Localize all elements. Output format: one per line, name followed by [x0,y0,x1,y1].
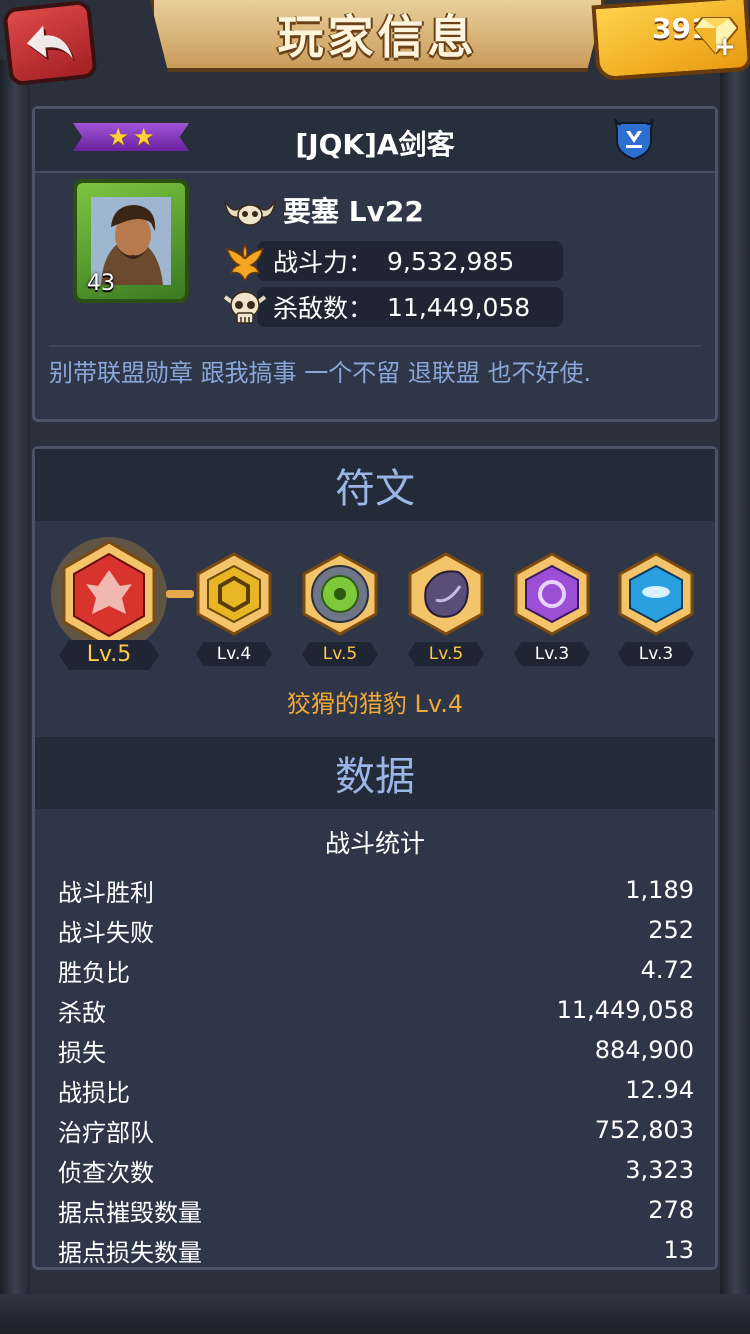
rune-icon [514,552,590,636]
skull-icon [223,291,267,324]
rune-level-2: Lv.4 [196,642,272,666]
rune-slot-1[interactable] [50,536,168,654]
stat-label: 治疗部队 [58,1118,154,1147]
list-item: 胜负比 4.72 [58,950,694,990]
list-item: 据点摧毁数量 278 [58,1190,694,1230]
stat-label: 战斗胜利 [58,878,154,907]
rune-icon [51,537,167,653]
stat-label: 侦查次数 [58,1158,154,1187]
list-item: 战损比 12.94 [58,1070,694,1110]
rune-slot-4[interactable] [402,550,490,638]
rune-icon [618,552,694,636]
rune-level-3: Lv.5 [302,642,378,666]
page-title: 玩家信息 [277,10,478,64]
rune-level-5: Lv.3 [514,642,590,666]
power-row: 战斗力： 9,532,985 [223,242,515,281]
stat-value: 278 [648,1196,694,1224]
runes-header: 符文 [35,449,715,521]
list-item: 战斗胜利 1,189 [58,870,694,910]
player-motto: 别带联盟勋章 跟我搞事 一个不留 退联盟 也不好使. [49,345,701,388]
list-item: 杀敌 11,449,058 [58,990,694,1030]
player-header: ★ ★ [JQK]A剑客 [35,109,715,173]
stat-value: 884,900 [594,1036,694,1064]
battle-stats-title: 战斗统计 [324,829,425,858]
title-banner: 玩家信息 [150,0,605,72]
runes-title: 符文 [335,466,415,512]
stat-value: 252 [648,916,694,944]
list-item: 治疗部队 752,803 [58,1110,694,1150]
stat-value: 12.94 [625,1076,694,1104]
stat-label: 据点损失数量 [58,1238,202,1267]
stat-label: 损失 [58,1038,106,1067]
data-title: 数据 [335,754,415,800]
battle-stats-list: 战斗胜利 1,189 战斗失败 252 胜负比 4.72 杀敌 11,449,058 损… [58,870,694,1270]
rune-icon [302,552,378,636]
data-header: 数据 [35,737,715,809]
stat-label: 据点摧毁数量 [58,1198,202,1227]
stat-value: 3,323 [625,1156,694,1184]
portrait-level: 43 [87,271,115,296]
rune-level-4: Lv.5 [408,642,484,666]
horned-skull-icon [224,200,276,226]
stat-label: 战斗失败 [58,918,154,947]
fortress-row: 要塞 Lv22 [223,191,424,229]
stat-value: 752,803 [594,1116,694,1144]
rune-icon [196,552,272,636]
power-value: 9,532,985 [387,246,515,276]
list-item: 损失 884,900 [58,1030,694,1070]
rune-slot-3[interactable] [296,550,384,638]
phoenix-icon [225,243,265,281]
list-item: 侦查次数 3,323 [58,1150,694,1190]
frame-bottom [0,1294,750,1334]
stat-label: 胜负比 [58,958,130,987]
rune-level-1: Lv.5 [59,640,159,670]
fortress-level: 要塞 Lv22 [283,195,424,228]
kills-row: 杀敌数： 11,449,058 [223,288,530,326]
player-panel: ★ ★ [JQK]A剑客 43 要塞 Lv22 战斗力： 9,532,985 杀… [32,106,718,422]
rune-icon [408,552,484,636]
stat-value: 4.72 [640,956,694,984]
shield-icon[interactable] [611,115,657,161]
kills-label: 杀敌数： [273,294,374,323]
player-portrait[interactable]: 43 [73,179,189,303]
back-arrow-icon [26,25,76,62]
rune-level-6: Lv.3 [618,642,694,666]
list-item: 据点损失数量 13 [58,1230,694,1270]
rune-set-name: 狡猾的猎豹 Lv.4 [286,690,464,718]
kills-value: 11,449,058 [387,292,531,322]
stat-label: 战损比 [58,1078,130,1107]
stat-label: 杀敌 [58,998,106,1027]
stat-value: 1,189 [625,876,694,904]
stat-value: 11,449,058 [556,996,694,1024]
stat-value: 13 [663,1236,694,1264]
list-item: 战斗失败 252 [58,910,694,950]
rune-slot-6[interactable] [612,550,700,638]
power-label: 战斗力： [273,248,374,277]
rune-slot-2[interactable] [190,550,278,638]
add-gems-icon[interactable]: + [714,34,738,60]
rune-slot-5[interactable] [508,550,596,638]
back-button[interactable] [2,0,98,87]
